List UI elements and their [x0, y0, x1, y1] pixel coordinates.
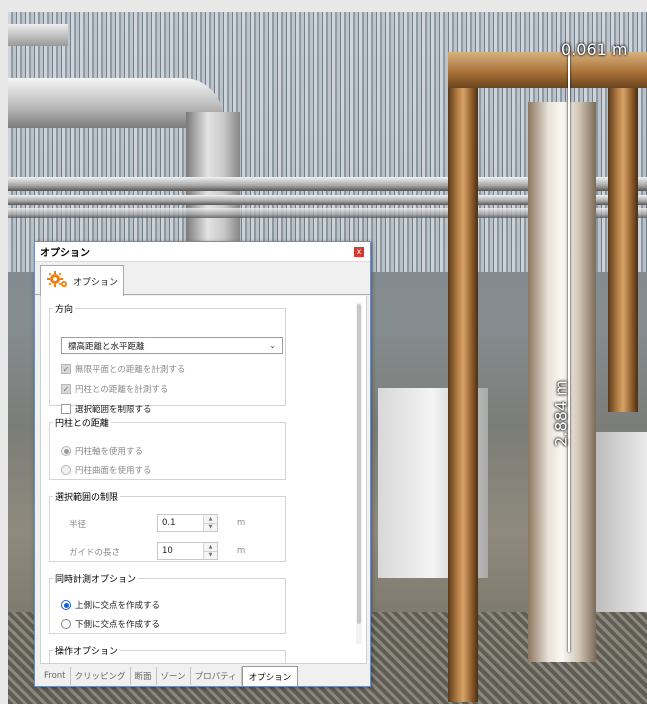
measurement-line	[568, 52, 570, 652]
radius-label: 半径	[69, 520, 87, 530]
lower-intersection-radio-row[interactable]: 下側に交点を作成する	[61, 618, 160, 630]
options-panel: 方向 標高距離と水平距離 ⌄ ✓ 無限平面との距離を計測する ✓ 円柱との距離を…	[40, 296, 367, 664]
cylinder-group: 円柱との距離 円柱軸を使用する 円柱曲面を使用する	[49, 416, 286, 480]
limit-range-checkbox[interactable]	[61, 404, 71, 414]
tab-options[interactable]: オプション	[40, 265, 124, 296]
measurement-top-label: 0.061 m	[561, 40, 628, 59]
upper-intersection-radio[interactable]	[61, 600, 71, 610]
direction-select-value: 標高距離と水平距離	[68, 341, 145, 352]
scrollbar[interactable]	[356, 302, 362, 644]
tab-section[interactable]: 断面	[131, 667, 157, 685]
cylinder-surface-radio-row[interactable]: 円柱曲面を使用する	[61, 464, 152, 476]
scrollbar-thumb[interactable]	[357, 304, 361, 624]
cylinder-axis-radio-row[interactable]: 円柱軸を使用する	[61, 445, 143, 457]
rusty-frame	[448, 52, 478, 702]
range-limit-legend: 選択範囲の制限	[55, 493, 119, 503]
radius-unit: m	[237, 518, 246, 528]
operation-options-group: 操作オプション	[49, 644, 286, 663]
simultaneous-measure-group: 同時計測オプション 上側に交点を作成する 下側に交点を作成する	[49, 572, 286, 634]
tab-strip: オプション	[35, 262, 370, 296]
stepper-up-icon[interactable]: ▲	[204, 543, 217, 551]
radius-value: 0.1	[162, 518, 176, 528]
infinite-plane-checkbox-row[interactable]: ✓ 無限平面との距離を計測する	[61, 363, 185, 375]
direction-select[interactable]: 標高距離と水平距離 ⌄	[61, 337, 283, 354]
guide-length-label: ガイドの長さ	[69, 548, 121, 558]
lower-intersection-label: 下側に交点を作成する	[75, 620, 161, 630]
limit-range-checkbox-row[interactable]: 選択範囲を制限する	[61, 403, 152, 415]
equipment-box	[596, 432, 647, 612]
cylinder-axis-label: 円柱軸を使用する	[75, 447, 144, 457]
tab-front[interactable]: Front	[40, 667, 71, 685]
simultaneous-measure-legend: 同時計測オプション	[55, 575, 137, 585]
guide-length-stepper[interactable]: 10 ▲ ▼	[157, 542, 218, 560]
radius-stepper[interactable]: 0.1 ▲ ▼	[157, 514, 218, 532]
cylinder-label: 円柱との距離を計測する	[75, 385, 169, 395]
chevron-down-icon: ⌄	[269, 341, 276, 350]
tab-options-label: オプション	[73, 277, 119, 288]
cylinder-surface-radio[interactable]	[61, 465, 71, 475]
upper-intersection-radio-row[interactable]: 上側に交点を作成する	[61, 599, 160, 611]
limit-range-label: 選択範囲を制限する	[75, 405, 152, 415]
lower-intersection-radio[interactable]	[61, 619, 71, 629]
bottom-tab-bar: Front クリッピング 断面 ゾーン プロパティ オプション	[40, 666, 366, 686]
guide-length-unit: m	[237, 546, 246, 556]
cylinder-checkbox-row[interactable]: ✓ 円柱との距離を計測する	[61, 383, 168, 395]
guide-length-value: 10	[162, 546, 173, 556]
measurement-side-label: 2.884 m	[551, 380, 571, 447]
stepper-down-icon[interactable]: ▼	[204, 522, 217, 531]
cylinder-surface-label: 円柱曲面を使用する	[75, 466, 152, 476]
cylinder-checkbox[interactable]: ✓	[61, 384, 71, 394]
options-dialog: オプション x オプション 方向 標高距離と水平距離 ⌄ ✓ 無限平面との距離を…	[34, 241, 371, 687]
tab-clipping[interactable]: クリッピング	[71, 667, 131, 685]
infinite-plane-checkbox[interactable]: ✓	[61, 364, 71, 374]
stepper-up-icon[interactable]: ▲	[204, 515, 217, 523]
gear-icon	[47, 270, 69, 292]
dialog-title: オプション	[40, 248, 90, 259]
tab-options-bottom[interactable]: オプション	[241, 666, 299, 686]
infinite-plane-label: 無限平面との距離を計測する	[75, 365, 186, 375]
cylinder-axis-radio[interactable]	[61, 446, 71, 456]
dialog-titlebar[interactable]: オプション	[35, 242, 370, 262]
stepper-down-icon[interactable]: ▼	[204, 550, 217, 559]
rusty-frame	[608, 52, 638, 412]
upper-intersection-label: 上側に交点を作成する	[75, 601, 161, 611]
tab-property[interactable]: プロパティ	[191, 667, 242, 685]
operation-options-legend: 操作オプション	[55, 647, 119, 657]
close-button[interactable]: x	[354, 247, 364, 257]
pipe-left	[8, 24, 68, 46]
tab-zone[interactable]: ゾーン	[157, 667, 191, 685]
range-limit-group: 選択範囲の制限 半径 0.1 ▲ ▼ m ガイドの長さ 10 ▲ ▼ m	[49, 490, 286, 562]
cylinder-legend: 円柱との距離	[55, 419, 109, 429]
direction-legend: 方向	[55, 305, 74, 315]
direction-group: 方向 標高距離と水平距離 ⌄ ✓ 無限平面との距離を計測する ✓ 円柱との距離を…	[49, 302, 286, 415]
